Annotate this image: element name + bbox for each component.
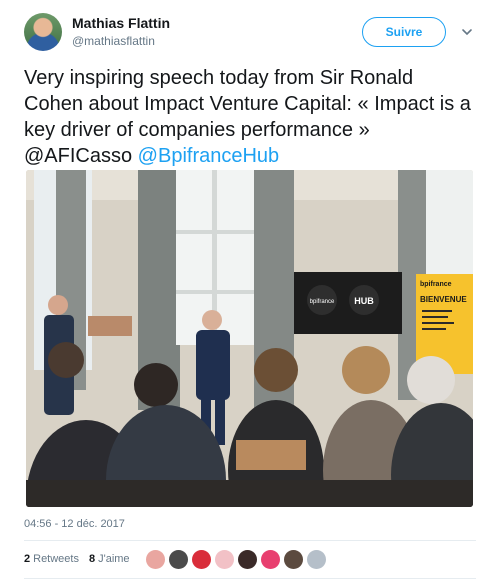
liker-avatar[interactable] (146, 550, 165, 569)
tweet-text: Very inspiring speech today from Sir Ron… (24, 65, 474, 169)
liker-avatar[interactable] (169, 550, 188, 569)
tweet-photo[interactable]: bpifrance HUB bpifrance BIENVENUE (26, 170, 473, 507)
author-handle[interactable]: @mathiasflattin (72, 34, 155, 48)
retweets-count: 2 (24, 553, 31, 565)
likes-label: J'aime (98, 553, 130, 565)
banner-brand-text: bpifrance (420, 281, 452, 288)
chevron-down-icon[interactable] (460, 25, 474, 39)
tweet-header: Mathias Flattin @mathiasflattin Suivre (22, 13, 480, 53)
divider (24, 540, 476, 541)
liker-avatar[interactable] (284, 550, 303, 569)
event-photo-illustration: bpifrance HUB bpifrance BIENVENUE (26, 170, 473, 507)
liker-avatar[interactable] (261, 550, 280, 569)
liker-avatar[interactable] (192, 550, 211, 569)
mention-link[interactable]: @BpifranceHub (138, 145, 279, 167)
tweet-timestamp[interactable]: 04:56 - 12 déc. 2017 (24, 518, 125, 530)
divider (24, 578, 476, 579)
tweet-stats: 2 Retweets 8 J'aime (24, 553, 140, 565)
liker-avatar[interactable] (215, 550, 234, 569)
screen-left-text: bpifrance (310, 299, 335, 305)
author-name[interactable]: Mathias Flattin (72, 15, 170, 31)
liker-avatar[interactable] (307, 550, 326, 569)
retweets-label: Retweets (33, 553, 79, 565)
likes-count: 8 (88, 553, 96, 565)
liker-avatar[interactable] (238, 550, 257, 569)
liker-avatars (146, 550, 326, 569)
retweets-stat[interactable]: 2 Retweets (24, 553, 79, 565)
follow-button[interactable]: Suivre (362, 17, 446, 47)
banner-title-text: BIENVENUE (420, 295, 467, 304)
likes-stat[interactable]: 8 J'aime (89, 553, 130, 565)
avatar[interactable] (24, 13, 62, 51)
screen-right-text: HUB (354, 296, 374, 306)
